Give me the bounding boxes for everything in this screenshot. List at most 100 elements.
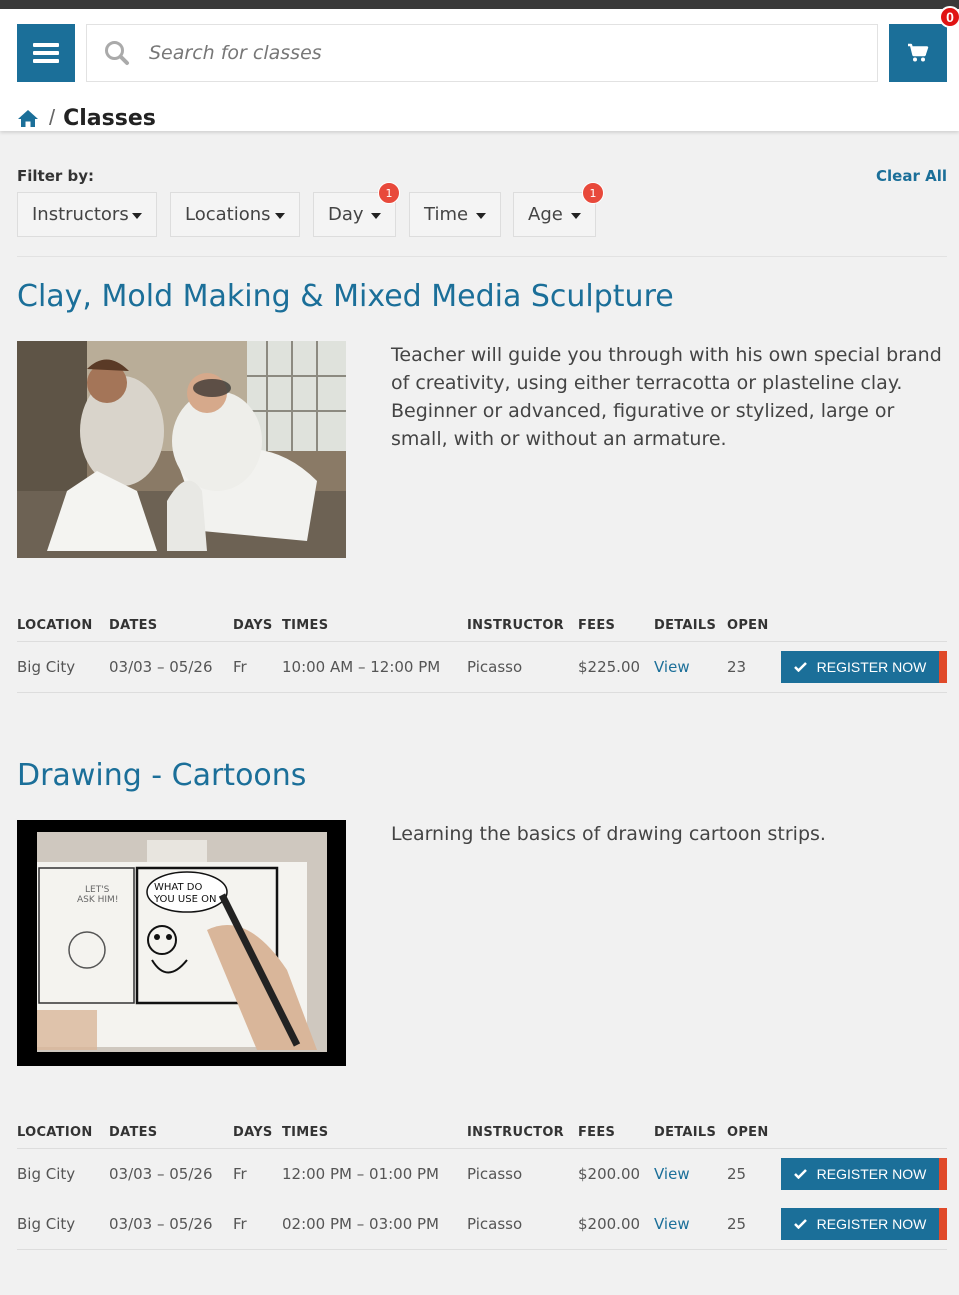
filter-label-text: Instructors <box>32 204 129 225</box>
col-header-open: OPEN <box>727 611 779 642</box>
cell-open: 23 <box>727 641 779 693</box>
view-details-link[interactable]: View <box>654 658 690 676</box>
search-input[interactable] <box>147 41 877 65</box>
breadcrumb: / Classes <box>17 105 156 131</box>
cell-location: Big City <box>17 1165 76 1183</box>
cell-open: 25 <box>727 1199 779 1250</box>
check-icon <box>793 1216 807 1232</box>
caret-down-icon <box>371 213 381 219</box>
register-label: REGISTER NOW <box>816 659 927 675</box>
cell-location: Big City <box>17 1199 109 1250</box>
cell-dates: 03/03 – 05/26 <box>109 1165 213 1183</box>
filter-label-text: Age <box>528 204 563 225</box>
col-header-instructor: INSTRUCTOR <box>467 611 578 642</box>
cell-times: 12:00 PM – 01:00 PM <box>282 1165 440 1183</box>
table-row: Big City 03/03 – 05/26 Fr 02:00 PM – 03:… <box>17 1199 947 1250</box>
search-icon <box>87 40 147 66</box>
page-title: Classes <box>63 105 156 131</box>
top-header: / Classes <box>0 0 959 131</box>
col-header-fees: FEES <box>578 1118 654 1149</box>
view-details-link[interactable]: View <box>654 1215 690 1233</box>
class-description: Learning the basics of drawing cartoon s… <box>391 823 826 845</box>
cell-location: Big City <box>17 641 109 693</box>
table-header-row: LOCATION DATES DAYS TIMES INSTRUCTOR FEE… <box>17 611 947 642</box>
class-image-sculpture[interactable] <box>17 341 346 558</box>
cart-count-badge: 0 <box>939 6 959 28</box>
filter-day-dropdown[interactable]: Day 1 <box>313 182 400 237</box>
class-description: Teacher will guide you through with his … <box>391 344 942 450</box>
panel-text-2: ASK HIM! <box>77 895 118 905</box>
check-icon <box>793 1166 807 1182</box>
filter-label: Filter by: <box>17 167 95 185</box>
cell-days: Fr <box>233 1199 282 1250</box>
table-header-row: LOCATION DATES DAYS TIMES INSTRUCTOR FEE… <box>17 1118 947 1149</box>
col-header-action <box>779 1118 947 1149</box>
register-label: REGISTER NOW <box>816 1216 927 1232</box>
filter-locations-dropdown[interactable]: Locations <box>170 192 300 237</box>
caret-down-icon <box>132 213 142 219</box>
class-image-cartoons[interactable]: WHAT DO YOU USE ON LET'S ASK HIM! <box>17 820 346 1066</box>
col-header-times: TIMES <box>282 611 467 642</box>
col-header-dates: DATES <box>109 1118 233 1149</box>
col-header-fees: FEES <box>578 611 654 642</box>
cell-open: 25 <box>727 1165 747 1183</box>
view-details-link[interactable]: View <box>654 1165 690 1183</box>
col-header-days: DAYS <box>233 1118 282 1149</box>
panel-text-1: LET'S <box>85 885 110 895</box>
table-row: Big City 03/03 – 05/26 Fr 12:00 PM – 01:… <box>17 1149 947 1200</box>
filter-count-badge: 1 <box>378 182 400 204</box>
cell-fees: $225.00 <box>578 641 654 693</box>
filter-age-dropdown[interactable]: Age 1 <box>513 182 604 237</box>
filter-label-text: Time <box>424 204 469 225</box>
cell-dates: 03/03 – 05/26 <box>109 1199 233 1250</box>
schedule-table: LOCATION DATES DAYS TIMES INSTRUCTOR FEE… <box>17 1118 947 1250</box>
class-title[interactable]: Drawing - Cartoons <box>17 758 306 793</box>
cell-dates: 03/03 – 05/26 <box>109 641 233 693</box>
filter-label-text: Day <box>328 204 364 225</box>
speech-bubble-text-2: YOU USE ON <box>153 894 216 905</box>
class-title[interactable]: Clay, Mold Making & Mixed Media Sculptur… <box>17 279 674 314</box>
cart-icon <box>908 43 929 62</box>
filter-label-text: Locations <box>185 204 271 225</box>
register-now-button[interactable]: REGISTER NOW <box>781 651 947 683</box>
cell-times: 10:00 AM – 12:00 PM <box>282 641 467 693</box>
cell-instructor: Picasso <box>467 1199 578 1250</box>
speech-bubble-text-1: WHAT DO <box>154 882 202 893</box>
cell-instructor: Picasso <box>467 1165 523 1183</box>
col-header-details: DETAILS <box>654 611 727 642</box>
cell-times: 02:00 PM – 03:00 PM <box>282 1199 467 1250</box>
col-header-instructor: INSTRUCTOR <box>467 1118 578 1149</box>
cell-days: Fr <box>233 641 282 693</box>
register-label: REGISTER NOW <box>816 1166 927 1182</box>
col-header-location: LOCATION <box>17 611 109 642</box>
clear-all-link[interactable]: Clear All <box>876 167 947 185</box>
col-header-open: OPEN <box>727 1118 779 1149</box>
table-row: Big City 03/03 – 05/26 Fr 10:00 AM – 12:… <box>17 641 947 693</box>
col-header-dates: DATES <box>109 611 233 642</box>
breadcrumb-separator: / <box>49 105 56 130</box>
caret-down-icon <box>571 213 581 219</box>
caret-down-icon <box>275 213 285 219</box>
schedule-table: LOCATION DATES DAYS TIMES INSTRUCTOR FEE… <box>17 611 947 693</box>
col-header-days: DAYS <box>233 611 282 642</box>
filter-time-dropdown[interactable]: Time <box>409 192 501 237</box>
register-now-button[interactable]: REGISTER NOW <box>781 1208 947 1240</box>
register-now-button[interactable]: REGISTER NOW <box>781 1158 947 1190</box>
menu-button[interactable] <box>17 24 75 82</box>
cell-fees: $200.00 <box>578 1165 641 1183</box>
check-icon <box>793 659 807 675</box>
col-header-location: LOCATION <box>17 1118 109 1149</box>
search-box[interactable] <box>86 24 878 82</box>
cell-days: Fr <box>233 1165 247 1183</box>
cell-fees: $200.00 <box>578 1199 654 1250</box>
home-icon[interactable] <box>17 109 39 128</box>
col-header-details: DETAILS <box>654 1118 727 1149</box>
cart-button[interactable] <box>889 24 947 82</box>
filter-instructors-dropdown[interactable]: Instructors <box>17 192 157 237</box>
divider <box>17 256 947 257</box>
caret-down-icon <box>476 213 486 219</box>
filter-count-badge: 1 <box>582 182 604 204</box>
col-header-times: TIMES <box>282 1118 467 1149</box>
col-header-action <box>779 611 947 642</box>
hamburger-icon <box>33 43 59 63</box>
